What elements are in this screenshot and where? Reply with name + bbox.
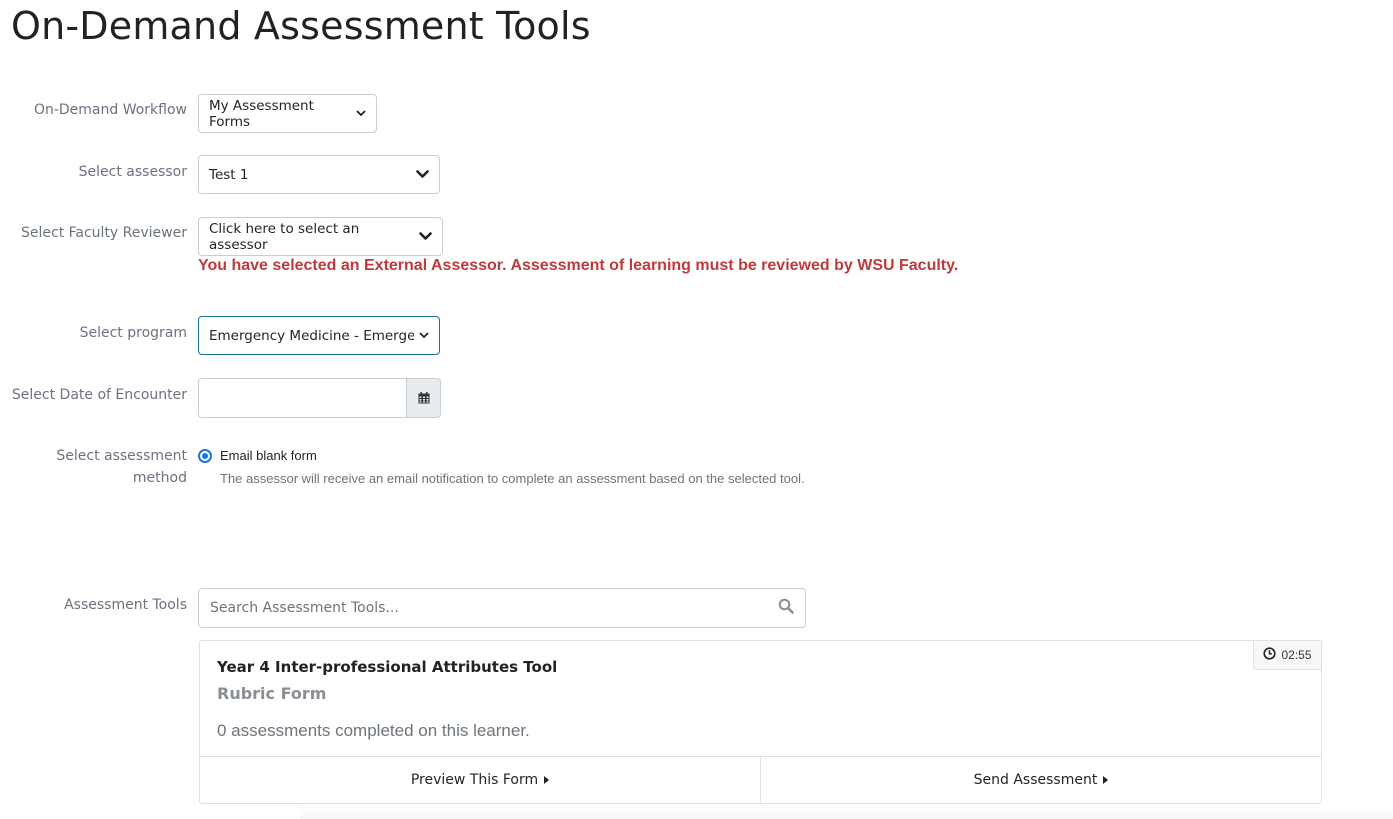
assessor-label: Select assessor bbox=[78, 164, 187, 180]
method-label: Select assessment method bbox=[0, 445, 187, 489]
external-assessor-error: You have selected an External Assessor. … bbox=[198, 257, 959, 274]
clock-icon bbox=[1263, 647, 1277, 663]
timer-value: 02:55 bbox=[1281, 648, 1312, 662]
encounter-date-label: Select Date of Encounter bbox=[11, 387, 187, 403]
program-label: Select program bbox=[79, 325, 187, 341]
assessor-select[interactable]: Test 1 bbox=[198, 155, 440, 194]
method-label-line2: method bbox=[132, 470, 187, 486]
workflow-select[interactable]: My Assessment Forms bbox=[198, 94, 377, 133]
email-blank-form-radio[interactable] bbox=[198, 449, 212, 463]
chevron-down-icon bbox=[416, 170, 429, 179]
faculty-reviewer-label: Select Faculty Reviewer bbox=[21, 225, 187, 241]
program-select-value: Emergency Medicine - Emergenc bbox=[209, 327, 414, 344]
search-input[interactable] bbox=[210, 600, 778, 616]
email-blank-form-label[interactable]: Email blank form bbox=[220, 448, 317, 463]
encounter-date-group bbox=[198, 378, 441, 418]
send-assessment-label: Send Assessment bbox=[973, 772, 1098, 788]
calendar-icon bbox=[418, 389, 430, 408]
tool-completion-count: 0 assessments completed on this learner. bbox=[217, 721, 530, 740]
search-icon[interactable] bbox=[778, 598, 794, 618]
tool-title: Year 4 Inter-professional Attributes Too… bbox=[217, 658, 558, 676]
workflow-select-value: My Assessment Forms bbox=[209, 97, 314, 130]
chevron-down-icon bbox=[356, 110, 366, 117]
card-actions: Preview This Form Send Assessment bbox=[200, 756, 1321, 803]
send-assessment-button[interactable]: Send Assessment bbox=[760, 757, 1321, 803]
preview-form-button[interactable]: Preview This Form bbox=[200, 757, 760, 803]
encounter-date-input[interactable] bbox=[198, 378, 407, 418]
bottom-fade bbox=[300, 805, 1393, 819]
chevron-down-icon bbox=[419, 232, 432, 241]
assessment-tools-search[interactable] bbox=[198, 588, 806, 628]
method-label-line1: Select assessment bbox=[56, 448, 187, 464]
chevron-down-icon bbox=[419, 332, 429, 339]
calendar-button[interactable] bbox=[406, 378, 441, 418]
assessment-tools-label: Assessment Tools bbox=[64, 597, 187, 613]
timer-badge: 02:55 bbox=[1253, 640, 1322, 670]
faculty-reviewer-placeholder: Click here to select an assessor bbox=[209, 220, 360, 253]
caret-right-icon bbox=[1103, 772, 1109, 788]
program-select[interactable]: Emergency Medicine - Emergenc bbox=[198, 316, 440, 355]
tool-subtitle: Rubric Form bbox=[217, 684, 327, 703]
assessor-select-value: Test 1 bbox=[209, 166, 249, 183]
preview-form-label: Preview This Form bbox=[410, 772, 539, 788]
page-title: On-Demand Assessment Tools bbox=[11, 4, 591, 48]
assessment-tool-card: Year 4 Inter-professional Attributes Too… bbox=[199, 640, 1322, 804]
caret-right-icon bbox=[544, 772, 550, 788]
workflow-label: On-Demand Workflow bbox=[33, 102, 187, 118]
faculty-reviewer-select[interactable]: Click here to select an assessor bbox=[198, 217, 443, 256]
email-blank-form-help: The assessor will receive an email notif… bbox=[220, 471, 805, 486]
